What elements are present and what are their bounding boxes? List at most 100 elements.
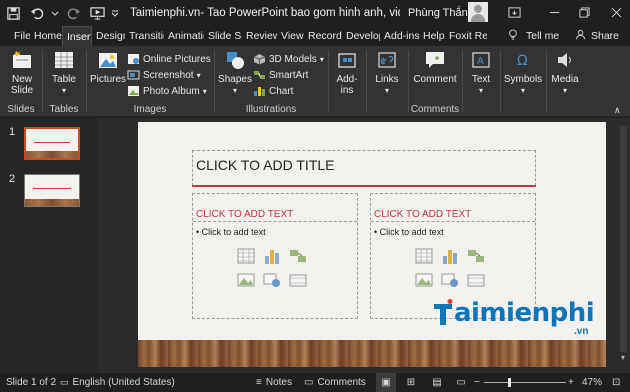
tab-review[interactable]: Review xyxy=(242,26,277,46)
left-bullet-text: • Click to add text xyxy=(196,227,266,237)
insert-smartart-icon[interactable] xyxy=(467,248,485,264)
text-button[interactable]: A Text ▾ xyxy=(467,49,495,96)
zoom-out-icon[interactable]: − xyxy=(474,373,480,392)
slide-show-icon[interactable]: ▭ xyxy=(452,373,470,392)
insert-video-icon[interactable] xyxy=(289,272,307,288)
left-content-placeholder[interactable]: CLICK TO ADD TEXT • Click to add text xyxy=(192,193,358,319)
slide-counter: Slide 1 of 2 xyxy=(6,377,57,388)
table-button[interactable]: Table ▾ xyxy=(49,49,79,96)
user-name[interactable]: Phùng Thắng xyxy=(408,7,474,19)
fit-to-window-icon[interactable]: ⊡ xyxy=(612,373,620,392)
collapse-ribbon-icon[interactable]: ∧ xyxy=(614,102,621,118)
ribbon-display-options-icon[interactable] xyxy=(500,0,528,24)
symbols-label: Symbols xyxy=(503,74,543,85)
text-label: Text xyxy=(471,74,491,85)
insert-chart-icon[interactable] xyxy=(263,248,281,264)
insert-chart-icon[interactable] xyxy=(441,248,459,264)
insert-table-icon[interactable] xyxy=(237,248,255,264)
share-button[interactable]: Share xyxy=(575,26,619,46)
language-status[interactable]: ▭ English (United States) xyxy=(60,373,175,392)
insert-pictures-icon[interactable] xyxy=(237,272,255,288)
group-media: Media ▾ xyxy=(547,46,583,117)
comments-button[interactable]: ▭ Comments xyxy=(304,373,366,392)
slide-thumbnail[interactable] xyxy=(24,127,80,160)
tell-me-search[interactable]: Tell me xyxy=(508,26,559,46)
zoom-slider[interactable] xyxy=(484,373,566,392)
photo-album-button[interactable]: Photo Album ▾ xyxy=(127,83,207,99)
links-button[interactable]: Links ▾ xyxy=(372,49,402,96)
new-slide-button[interactable]: New Slide xyxy=(6,49,38,96)
group-label-slides: Slides xyxy=(7,104,35,115)
tab-add-ins[interactable]: Add-ins xyxy=(380,26,419,46)
svg-text:Ω: Ω xyxy=(517,53,528,69)
pictures-button[interactable]: Pictures xyxy=(89,49,127,85)
zoom-in-icon[interactable]: + xyxy=(568,373,574,392)
group-comments: Comment Comments xyxy=(409,46,461,117)
customize-toolbar-icon[interactable] xyxy=(110,2,120,24)
pictures-icon xyxy=(99,53,117,68)
online-pictures-button[interactable]: Online Pictures xyxy=(127,51,211,67)
insert-table-icon[interactable] xyxy=(415,248,433,264)
thumbnail-number: 1 xyxy=(9,126,16,138)
reading-view-icon[interactable]: ▤ xyxy=(428,373,446,392)
tab-recording[interactable]: Recordir xyxy=(304,26,342,46)
tab-slide-show[interactable]: Slide Sho xyxy=(204,26,242,46)
3d-models-label: 3D Models xyxy=(269,53,317,65)
avatar[interactable] xyxy=(468,2,488,22)
tab-transitions[interactable]: Transitio xyxy=(125,26,164,46)
insert-smartart-icon[interactable] xyxy=(289,248,307,264)
minimize-icon[interactable] xyxy=(540,0,568,24)
add-ins-label-2: ins xyxy=(340,85,354,96)
tab-file[interactable]: File xyxy=(0,26,30,46)
insert-online-pictures-icon[interactable] xyxy=(263,272,281,288)
tab-design[interactable]: Design xyxy=(92,26,125,46)
tab-insert[interactable]: Insert xyxy=(62,26,92,46)
smartart-button[interactable]: SmartArt xyxy=(253,67,308,83)
shapes-button[interactable]: Shapes ▾ xyxy=(218,49,252,96)
tab-view[interactable]: View xyxy=(277,26,304,46)
scrollbar-track[interactable] xyxy=(620,126,627,352)
notes-button[interactable]: ≡ Notes xyxy=(256,373,292,392)
thumbnail-floor xyxy=(25,199,79,206)
restore-icon[interactable] xyxy=(570,0,598,24)
media-button[interactable]: Media ▾ xyxy=(550,49,580,96)
online-pictures-label: Online Pictures xyxy=(143,53,211,65)
normal-view-icon[interactable]: ▣ xyxy=(376,373,396,392)
insert-online-pictures-icon[interactable] xyxy=(441,272,459,288)
tab-foxit-reader[interactable]: Foxit Rea xyxy=(445,26,487,46)
thumbnail-title-line xyxy=(34,142,70,143)
lightbulb-icon xyxy=(508,29,522,44)
slide-canvas[interactable]: CLICK TO ADD TITLE CLICK TO ADD TEXT • C… xyxy=(138,122,606,367)
present-from-beginning-icon[interactable] xyxy=(86,2,108,24)
comments-icon: ▭ xyxy=(304,377,314,388)
slide-thumbnail[interactable] xyxy=(24,174,80,207)
zoom-slider-thumb[interactable] xyxy=(508,378,511,387)
text-box-icon: A xyxy=(472,52,490,68)
pictures-label: Pictures xyxy=(89,74,127,85)
screenshot-button[interactable]: Screenshot ▾ xyxy=(127,67,201,83)
undo-dropdown-icon[interactable] xyxy=(50,2,60,24)
tab-help[interactable]: Help xyxy=(419,26,445,46)
vertical-scrollbar[interactable]: ▾ xyxy=(617,118,630,373)
table-icon xyxy=(55,52,73,68)
omega-icon: Ω xyxy=(517,53,528,69)
title-placeholder[interactable]: CLICK TO ADD TITLE xyxy=(192,150,536,186)
tab-developer[interactable]: Develop xyxy=(342,26,380,46)
scroll-down-icon[interactable]: ▾ xyxy=(621,353,625,362)
insert-video-icon[interactable] xyxy=(467,272,485,288)
symbols-button[interactable]: Ω Symbols ▾ xyxy=(503,49,543,96)
add-ins-button[interactable]: Add- ins xyxy=(333,49,361,96)
insert-pictures-icon[interactable] xyxy=(415,272,433,288)
chart-button[interactable]: Chart xyxy=(253,83,293,99)
tab-animations[interactable]: Animatic xyxy=(164,26,204,46)
tab-home[interactable]: Home xyxy=(30,26,62,46)
redo-icon[interactable] xyxy=(62,2,84,24)
undo-icon[interactable] xyxy=(26,2,48,24)
save-icon[interactable] xyxy=(2,2,24,24)
comment-button[interactable]: Comment xyxy=(413,49,457,85)
slide-sorter-icon[interactable]: ⊞ xyxy=(402,373,420,392)
3d-models-button[interactable]: 3D Models ▾ xyxy=(253,51,324,67)
close-icon[interactable] xyxy=(602,0,630,24)
slide-thumbnails-panel: 1 2 xyxy=(0,118,98,373)
zoom-level[interactable]: 47% xyxy=(582,373,602,392)
